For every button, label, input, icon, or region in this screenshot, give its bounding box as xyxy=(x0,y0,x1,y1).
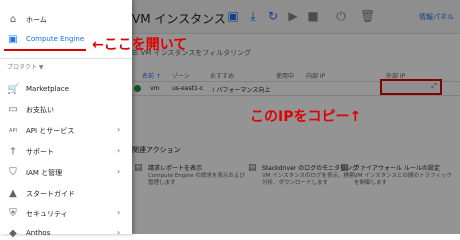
api-icon: API xyxy=(9,128,17,134)
annotation-open-here: ←ここを開いて xyxy=(92,37,188,53)
chevron-right-icon: › xyxy=(117,208,121,217)
nav-item-label: ホーム xyxy=(26,16,47,24)
chevron-right-icon: › xyxy=(117,146,121,155)
nav-item-support[interactable]: † サポート › xyxy=(0,142,132,162)
nav-item-label: スタートガイド xyxy=(26,190,75,198)
annotation-copy-ip: このIPをコピー↑ xyxy=(250,109,362,125)
nav-item-anthos[interactable]: ◆ Anthos › xyxy=(0,224,132,240)
annotation-underline xyxy=(4,49,86,51)
nav-item-label: お支払い xyxy=(26,106,54,114)
cart-icon: 🛒 xyxy=(7,84,20,95)
nav-item-label: IAM と管理 xyxy=(26,169,63,177)
nav-item-label: サポート xyxy=(26,148,54,156)
anthos-icon: ◆ xyxy=(9,228,17,239)
support-icon: † xyxy=(10,146,16,157)
chevron-right-icon: › xyxy=(117,228,121,237)
compute-engine-icon: ▣ xyxy=(8,34,18,45)
nav-item-apis[interactable]: API API とサービス › xyxy=(0,121,132,141)
nav-item-marketplace[interactable]: 🛒 Marketplace xyxy=(0,80,132,100)
nav-item-label: Marketplace xyxy=(26,85,69,93)
drawer-divider xyxy=(0,58,132,59)
graduation-icon: ▲ xyxy=(9,188,17,199)
nav-item-security[interactable]: ⛨ セキュリティ › xyxy=(0,204,132,224)
chevron-right-icon: › xyxy=(117,125,121,134)
nav-item-getting-started[interactable]: ▲ スタートガイド xyxy=(0,184,132,204)
home-icon: ⌂ xyxy=(9,14,17,25)
nav-item-label: Anthos xyxy=(26,229,51,237)
nav-item-label: API とサービス xyxy=(26,127,75,135)
security-icon: ⛨ xyxy=(9,208,17,219)
nav-item-billing[interactable]: ▭ お支払い xyxy=(0,100,132,120)
nav-item-home[interactable]: ⌂ ホーム xyxy=(0,10,132,30)
nav-item-label: セキュリティ xyxy=(26,210,68,218)
nav-item-iam[interactable]: ⛉ IAM と管理 › xyxy=(0,163,132,183)
shield-icon: ⛉ xyxy=(9,167,17,178)
chevron-right-icon: › xyxy=(117,167,121,176)
nav-item-label: Compute Engine xyxy=(26,35,85,43)
products-section-label[interactable]: プロダクト ▼ xyxy=(7,62,44,71)
billing-icon: ▭ xyxy=(8,104,18,115)
